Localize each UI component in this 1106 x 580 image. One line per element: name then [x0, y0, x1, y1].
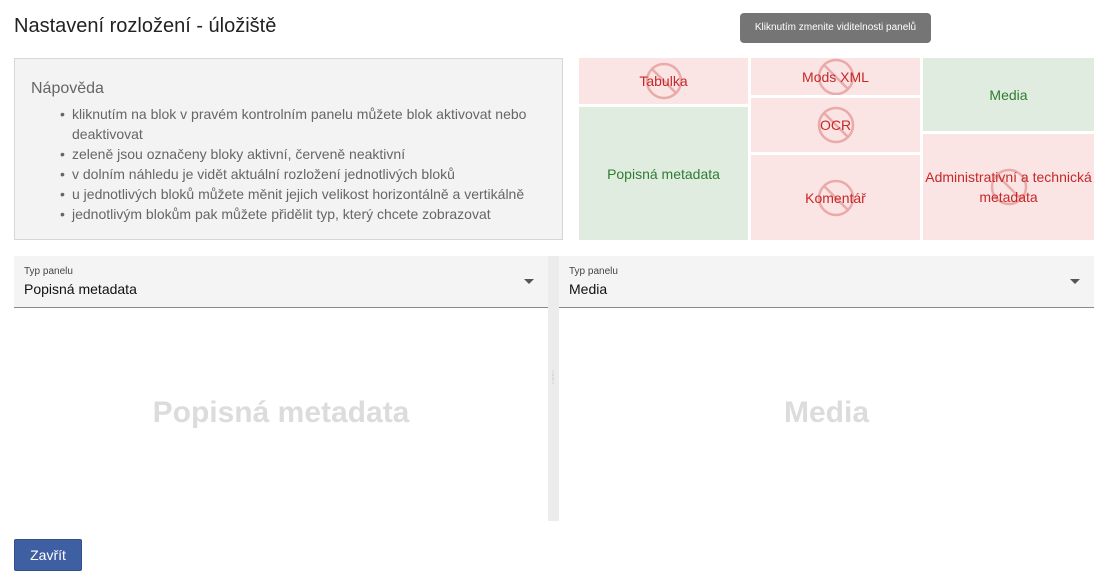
panel-type-select[interactable]: Typ panelu Popisná metadata	[14, 256, 548, 308]
layout-block-ocr[interactable]: OCR	[751, 98, 920, 152]
help-item: jednotlivým blokům pak můžete přidělit t…	[60, 204, 550, 224]
panel-splitter[interactable]: ⁞ ⁞ ⁞	[548, 256, 559, 521]
layout-block-komentar[interactable]: Komentář	[751, 155, 920, 240]
layout-block-label: Administrativní a technická metadata	[925, 169, 1092, 205]
left-panel: Typ panelu Popisná metadata Popisná meta…	[14, 256, 548, 521]
layout-block-label: Mods XML	[802, 68, 869, 85]
help-title: Nápověda	[31, 80, 104, 97]
panel-type-select[interactable]: Typ panelu Media	[559, 256, 1094, 308]
layout-block-administrativni[interactable]: Administrativní a technická metadata	[923, 134, 1094, 240]
panel-type-label: Typ panelu	[569, 266, 618, 277]
close-button[interactable]: Zavřít	[14, 539, 82, 571]
layout-block-popisna-metadata[interactable]: Popisná metadata	[579, 107, 748, 240]
right-panel: Typ panelu Media Media	[559, 256, 1094, 521]
help-item: u jednotlivých bloků můžete měnit jejich…	[60, 184, 550, 204]
dropdown-arrow-icon	[1070, 279, 1080, 284]
panel-preview-text: Media	[783, 396, 870, 429]
help-list: kliknutím na blok v pravém kontrolním pa…	[60, 104, 550, 224]
layout-block-label: OCR	[819, 117, 852, 133]
layout-block-label: Komentář	[805, 189, 866, 206]
layout-block-tabulka[interactable]: Tabulka	[579, 58, 748, 104]
help-item: v dolním náhledu je vidět aktuální rozlo…	[60, 164, 550, 184]
page-title: Nastavení rozložení - úložiště	[14, 15, 277, 37]
drag-handle-icon: ⁞ ⁞ ⁞	[551, 369, 555, 386]
panel-type-value: Popisná metadata	[24, 281, 137, 297]
visibility-tooltip: Kliknutím zmenite viditelnosti panelů	[740, 13, 931, 43]
panel-type-value: Media	[569, 281, 608, 297]
layout-block-label: Tabulka	[639, 73, 688, 89]
layout-block-mods-xml[interactable]: Mods XML	[751, 58, 920, 95]
help-box: Nápověda kliknutím na blok v pravém kont…	[14, 58, 563, 240]
help-item: kliknutím na blok v pravém kontrolním pa…	[60, 104, 550, 144]
layout-block-label: Media	[989, 86, 1028, 103]
layout-control-panel: Tabulka Popisná metadata Mods XML OCR Ko…	[579, 58, 1094, 240]
help-item: zeleně jsou označeny bloky aktivní, červ…	[60, 144, 550, 164]
layout-block-media[interactable]: Media	[923, 58, 1094, 131]
panel-type-label: Typ panelu	[24, 266, 73, 277]
dropdown-arrow-icon	[524, 279, 534, 284]
layout-block-label: Popisná metadata	[607, 165, 720, 182]
panel-preview-text: Popisná metadata	[152, 396, 410, 429]
